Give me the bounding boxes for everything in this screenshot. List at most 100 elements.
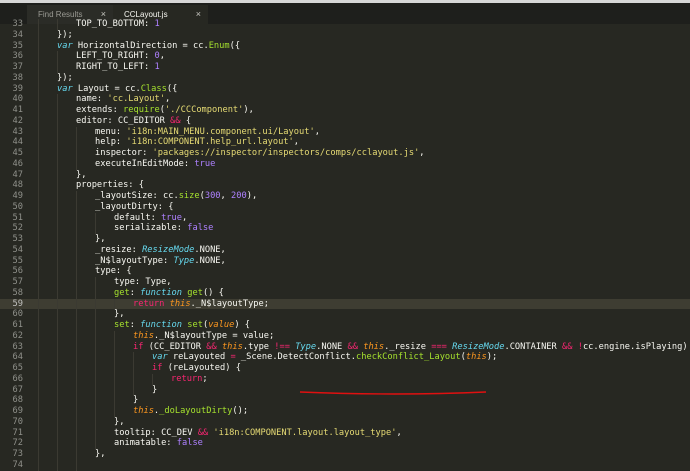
code-token: },	[114, 309, 125, 320]
code-token: var	[57, 83, 78, 94]
code-text: extends: require('./CCComponent'),	[38, 105, 254, 116]
indent-guide	[57, 105, 76, 116]
code-line[interactable]: 39 var Layout = cc.Class({	[0, 83, 690, 95]
indent-guide	[57, 94, 76, 105]
code-line[interactable]: 35 var HorizontalDirection = cc.Enum({	[0, 40, 690, 52]
code-token: }	[133, 395, 139, 406]
code-token: }	[152, 384, 158, 395]
indent-guide	[38, 341, 57, 353]
code-line[interactable]: 61 set: function set(value) {	[0, 320, 690, 331]
code-line[interactable]: 42 editor: CC_EDITOR && {	[0, 115, 690, 127]
code-token: help:	[95, 137, 127, 148]
code-line[interactable]: 71 tooltip: CC_DEV && 'i18n:COMPONENT.lay…	[0, 427, 690, 439]
code-line[interactable]: 58 get: function get() {	[0, 287, 690, 299]
code-line[interactable]: 66 return;	[0, 373, 690, 385]
code-token: );	[486, 352, 498, 363]
code-line[interactable]: 70},	[0, 416, 690, 428]
code-line[interactable]: 56 type: {	[0, 266, 690, 277]
line-number: 37	[12, 62, 23, 72]
code-line[interactable]: 69 this._doLayoutDirty();	[0, 406, 690, 417]
line-number: 43	[12, 126, 23, 137]
code-line[interactable]: 57 type: Type,	[0, 277, 690, 288]
code-line[interactable]: 36 LEFT_TO_RIGHT: 0,	[0, 51, 690, 62]
code-line[interactable]: 45 inspector: 'packages://inspector/inspe…	[0, 148, 690, 159]
indent-guide	[57, 234, 76, 245]
code-text: this._doLayoutDirty();	[38, 406, 248, 417]
code-line[interactable]: 60},	[0, 309, 690, 320]
code-token: .CONTAINER	[504, 341, 563, 352]
code-text: _resize: ResizeMode.NONE,	[38, 244, 226, 256]
code-line[interactable]: 55 _N$layoutType: Type.NONE,	[0, 255, 690, 267]
code-line[interactable]: 73},	[0, 449, 690, 460]
indent-guide	[95, 330, 114, 342]
code-line[interactable]: 47},	[0, 169, 690, 181]
code-token: false	[176, 438, 203, 449]
line-number: 51	[12, 212, 23, 223]
indent-guide	[57, 330, 76, 342]
code-text: editor: CC_EDITOR && {	[38, 115, 191, 127]
code-line[interactable]: 72 animatable: false	[0, 438, 690, 449]
code-line[interactable]: 46 executeInEditMode: true	[0, 158, 690, 170]
code-line[interactable]: 74	[0, 459, 690, 471]
code-token: get	[114, 287, 130, 298]
code-line[interactable]: 34});	[0, 29, 690, 41]
line-number: 55	[12, 255, 23, 266]
indent-guide	[76, 427, 95, 439]
code-line[interactable]: 40 name: 'cc.Layout',	[0, 94, 690, 105]
indent-guide	[95, 395, 114, 406]
code-line[interactable]: 49 _layoutSize: cc.size(300, 200),	[0, 191, 690, 202]
code-line[interactable]: 59 return this._N$layoutType;	[0, 298, 690, 310]
indent-guide	[38, 201, 57, 213]
code-area[interactable]: 33 TOP_TO_BOTTOM: 1 34}); 35 var HorizontalD…	[0, 19, 690, 471]
line-number: 44	[12, 137, 23, 148]
tab-label: CCLayout.js	[124, 10, 168, 19]
code-token: return	[133, 298, 170, 309]
code-token: });	[57, 72, 73, 83]
code-token: menu:	[95, 126, 127, 137]
indent-guide	[38, 72, 57, 84]
code-text: _N$layoutType: Type.NONE,	[38, 255, 226, 267]
code-line[interactable]: 37 RIGHT_TO_LEFT: 1	[0, 62, 690, 73]
code-text: get: function get() {	[38, 287, 224, 299]
indent-guide	[38, 94, 57, 105]
code-token: function	[140, 287, 188, 298]
code-line[interactable]: 65 if (reLayouted) {	[0, 363, 690, 374]
code-text: },	[38, 449, 105, 460]
code-line[interactable]: 33 TOP_TO_BOTTOM: 1	[0, 19, 690, 30]
indent-guide	[38, 384, 57, 396]
code-line[interactable]: 64 var reLayouted = _Scene.DetectConflict…	[0, 352, 690, 363]
indent-guide	[38, 352, 57, 363]
code-line[interactable]: 63 if (CC_EDITOR && this.type !== Type.NO…	[0, 341, 690, 353]
indent-guide	[95, 277, 114, 288]
line-number: 71	[12, 427, 23, 438]
code-line[interactable]: 50 _layoutDirty: {	[0, 201, 690, 213]
code-text: executeInEditMode: true	[38, 158, 215, 170]
indent-guide	[57, 416, 76, 428]
code-line[interactable]: 53},	[0, 234, 690, 245]
indent-guide	[38, 287, 57, 299]
indent-guide	[38, 395, 57, 406]
indent-guide	[38, 234, 57, 245]
code-line[interactable]: 62 this._N$layoutType = value;	[0, 330, 690, 342]
indent-guide	[57, 320, 76, 331]
code-text: var Layout = cc.Class({	[38, 83, 177, 95]
code-line[interactable]: 51 default: true,	[0, 212, 690, 224]
code-line[interactable]: 54 _resize: ResizeMode.NONE,	[0, 244, 690, 256]
code-line[interactable]: 52 serializable: false	[0, 223, 690, 234]
indent-guide	[76, 287, 95, 299]
code-token: .NONE,	[194, 255, 226, 266]
code-line[interactable]: 38});	[0, 72, 690, 84]
code-token: !==	[274, 341, 290, 352]
line-number: 54	[12, 244, 23, 255]
indent-guide	[57, 384, 76, 396]
indent-guide	[57, 201, 76, 213]
code-token: this	[465, 352, 487, 363]
line-number: 40	[12, 94, 23, 105]
code-editor[interactable]: 33 TOP_TO_BOTTOM: 1 34}); 35 var HorizontalD…	[0, 19, 690, 471]
indent-guide	[57, 406, 76, 417]
code-line[interactable]: 48 properties: {	[0, 180, 690, 191]
code-text: });	[38, 72, 73, 84]
code-line[interactable]: 41 extends: require('./CCComponent'),	[0, 105, 690, 116]
code-line[interactable]: 43 menu: 'i18n:MAIN_MENU.component.ui/Lay…	[0, 126, 690, 138]
code-line[interactable]: 44 help: 'i18n:COMPONENT.help_url.layout'…	[0, 137, 690, 148]
